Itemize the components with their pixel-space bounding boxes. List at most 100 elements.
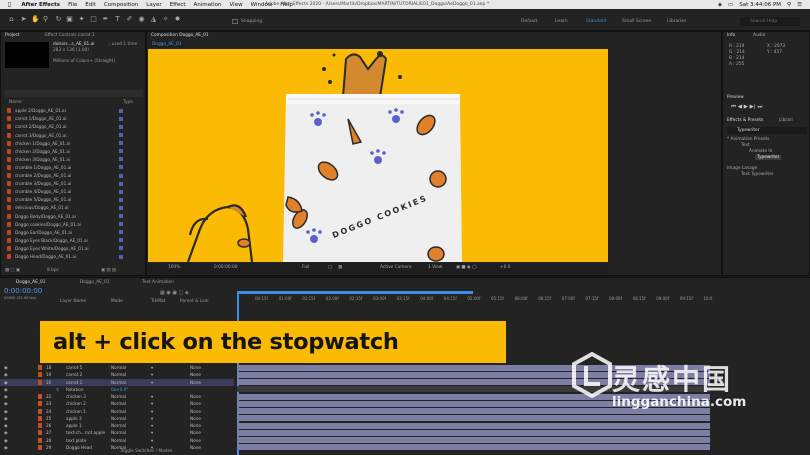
tab-timeline-doggo-2[interactable]: Doggo_AE_01 — [80, 280, 109, 285]
trkmat-dropdown-icon[interactable]: ▾ — [151, 409, 153, 414]
label-swatch[interactable] — [119, 197, 123, 202]
visibility-eye-icon[interactable]: ◉ — [4, 445, 8, 450]
type-tool-icon[interactable]: T — [114, 16, 121, 23]
zoom-tool-icon[interactable]: ⚲ — [42, 16, 49, 23]
project-item[interactable]: carrot 3/Doggo_AE_01.ai — [7, 131, 137, 139]
project-footer-icons[interactable]: ▣ ▤ ▧ — [101, 268, 116, 273]
tree-animate-in[interactable]: Animate In — [749, 149, 772, 154]
layer-parent[interactable]: None — [190, 430, 201, 435]
project-item[interactable]: chicken 3/Doggo_AE_01.ai — [7, 156, 137, 164]
layer-parent[interactable]: None — [190, 409, 201, 414]
layer-mode[interactable]: 0x+0.0° — [111, 387, 128, 392]
tab-text-animation[interactable]: Text Animation — [142, 280, 174, 285]
layer-row[interactable]: ◉ 27 text-ch...rrot apple Normal None ▾ — [0, 429, 234, 436]
search-icon[interactable]: ⚲ — [787, 2, 791, 8]
col-type[interactable]: Type — [123, 100, 133, 105]
project-item[interactable]: crumble 4/Doggo_AE_01.ai — [7, 188, 137, 196]
tab-effect-controls[interactable]: Effect Controls carrot 1 — [45, 33, 95, 38]
layer-row[interactable]: ◉ 22 chicken 3 Normal None ▾ — [0, 393, 234, 400]
project-item[interactable]: crumble 2/Doggo_AE_01.ai — [7, 172, 137, 180]
timeline-current-time[interactable]: 0:00:00:00 — [4, 287, 42, 295]
label-swatch[interactable] — [119, 230, 123, 235]
project-item[interactable]: chicken 1/Doggo_AE_01.ai — [7, 139, 137, 147]
workspace-small-screen[interactable]: Small Screen — [622, 19, 651, 24]
workspace-libraries[interactable]: Libraries — [667, 19, 686, 24]
layer-parent[interactable]: None — [190, 438, 201, 443]
apple-icon[interactable]:  — [8, 2, 11, 8]
search-help-field[interactable]: Search Help — [740, 17, 800, 26]
layer-mode[interactable]: Normal — [111, 409, 126, 414]
trkmat-dropdown-icon[interactable]: ▾ — [151, 380, 153, 385]
col-trkmat[interactable]: TrkMat — [151, 299, 165, 304]
layer-parent[interactable]: None — [190, 423, 201, 428]
trkmat-dropdown-icon[interactable]: ▾ — [151, 365, 153, 370]
tree-text-typewriter[interactable]: Text Typewriter — [741, 172, 774, 177]
visibility-eye-icon[interactable]: ◉ — [4, 401, 8, 406]
project-item[interactable]: apple 2/Doggo_AE_01.ai — [7, 107, 137, 115]
zoom-dropdown[interactable]: 100% — [168, 265, 180, 270]
bpc-label[interactable]: 8 bpc — [47, 268, 59, 273]
label-swatch[interactable] — [119, 205, 123, 210]
comp-current-time[interactable]: 0:00:00:00 — [214, 265, 237, 270]
project-item[interactable]: chicken 2/Doggo_AE_01.ai — [7, 148, 137, 156]
tree-typewriter[interactable]: Typewriter — [755, 155, 782, 160]
project-item[interactable]: carrot 1/Doggo_AE_01.ai — [7, 115, 137, 123]
rectangle-tool-icon[interactable]: □ — [90, 16, 97, 23]
transparency-grid-icon[interactable]: ▦ — [338, 265, 342, 270]
layer-parent[interactable]: None — [190, 380, 201, 385]
layer-mode[interactable]: Normal — [111, 438, 126, 443]
tree-animation-presets[interactable]: * Animation Presets — [727, 137, 769, 142]
views-dropdown[interactable]: 1 View — [428, 265, 442, 270]
battery-icon[interactable]: ▭ — [728, 2, 733, 8]
workspace-learn[interactable]: Learn — [555, 19, 568, 24]
roto-brush-icon[interactable]: ✧ — [162, 16, 169, 23]
col-parent[interactable]: Parent & Link — [180, 299, 209, 304]
layer-label-color[interactable] — [38, 423, 42, 428]
label-swatch[interactable] — [119, 246, 123, 251]
layer-parent[interactable]: None — [190, 401, 201, 406]
menu-animation[interactable]: Animation — [193, 2, 221, 8]
layer-label-color[interactable] — [38, 430, 42, 436]
visibility-eye-icon[interactable]: ◉ — [4, 380, 8, 385]
hand-tool-icon[interactable]: ✋ — [31, 16, 40, 23]
layer-row[interactable]: ◉ 20 carrot 1 Normal None ▾ — [0, 378, 234, 386]
label-swatch[interactable] — [119, 124, 123, 129]
visibility-eye-icon[interactable]: ◉ — [4, 416, 8, 421]
tree-image-lasage[interactable]: Image Lasage — [727, 166, 757, 171]
visibility-eye-icon[interactable]: ◉ — [4, 423, 8, 428]
project-item[interactable]: Doggo Head/Doggo_AE_01.ai — [7, 253, 137, 261]
project-item[interactable]: crumble 5/Doggo_AE_01.ai — [7, 196, 137, 204]
project-item[interactable]: delicious/Doggo_AE_01.ai — [7, 204, 137, 212]
wifi-icon[interactable]: ◈ — [718, 2, 722, 8]
col-mode[interactable]: Mode — [111, 299, 123, 304]
label-swatch[interactable] — [119, 108, 123, 113]
layer-label-color[interactable] — [38, 401, 42, 407]
project-search[interactable] — [5, 90, 143, 97]
menu-edit[interactable]: Edit — [85, 2, 96, 8]
layer-duration-bar[interactable] — [237, 444, 710, 451]
tab-libraries[interactable]: Librari — [779, 118, 793, 123]
layer-row[interactable]: ◉ 25 apple 3 Normal None ▾ — [0, 415, 234, 422]
visibility-eye-icon[interactable]: ◉ — [4, 387, 8, 392]
layer-label-color[interactable] — [38, 408, 42, 414]
project-item[interactable]: Doggo Body/Doggo_AE_01.ai — [7, 212, 137, 220]
layer-mode[interactable]: Normal — [111, 365, 126, 370]
pan-behind-tool-icon[interactable]: ✦ — [78, 16, 85, 23]
layer-row[interactable]: ◉ 19 carrot 2 Normal None ▾ — [0, 371, 234, 378]
layer-duration-bar[interactable] — [237, 415, 710, 422]
project-item[interactable]: Doggo Eyes White/Doggo_AE_01.ai — [7, 245, 137, 253]
comp-footer-icons[interactable]: ▣ ■ ◉ ◯ — [456, 265, 477, 270]
comp-breadcrumb[interactable]: Doggo_AE_01 — [149, 41, 185, 48]
layer-row[interactable]: ◉ 28 text plate Normal None ▾ — [0, 437, 234, 444]
tree-text[interactable]: Text — [741, 143, 750, 148]
layer-label-color[interactable] — [38, 379, 42, 385]
project-item[interactable]: Doggo Ear/Doggo_AE_01.ai — [7, 229, 137, 237]
layer-mode[interactable]: Normal — [111, 372, 126, 377]
col-name[interactable]: Name — [9, 100, 22, 105]
layer-parent[interactable]: None — [190, 394, 201, 399]
project-item[interactable]: crumble 1/Doggo_AE_01.ai — [7, 164, 137, 172]
label-swatch[interactable] — [119, 214, 123, 219]
trkmat-dropdown-icon[interactable]: ▾ — [151, 416, 153, 421]
layer-label-color[interactable] — [38, 394, 42, 399]
layer-row[interactable]: ◉ 18 carrot 5 Normal None ▾ — [0, 364, 234, 371]
